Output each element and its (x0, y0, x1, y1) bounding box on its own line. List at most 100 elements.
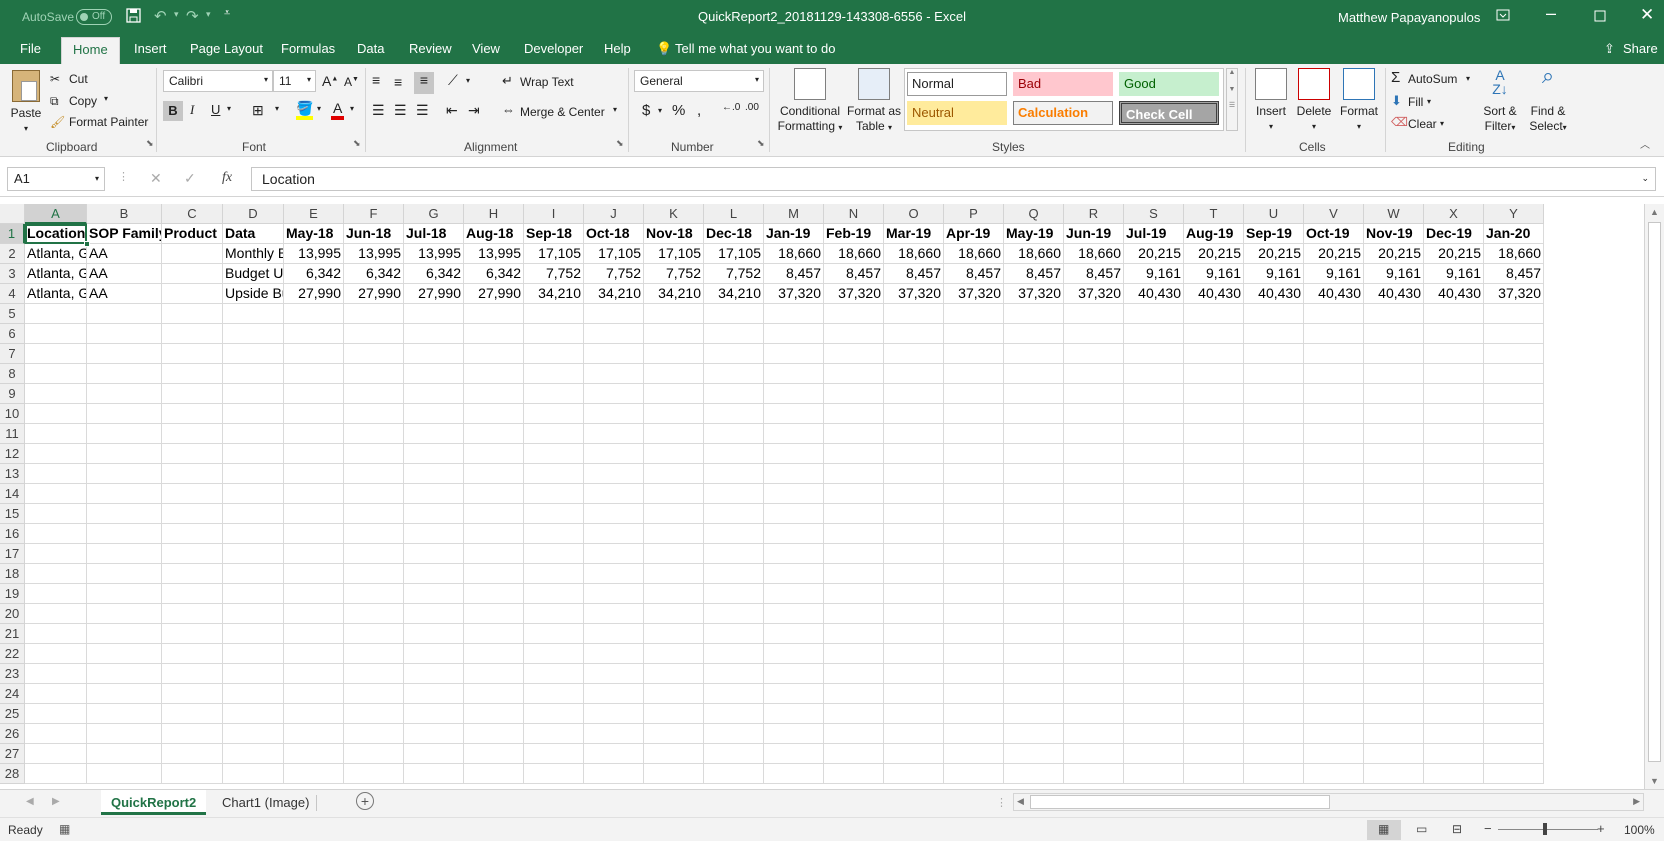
cell-d13[interactable] (223, 464, 284, 484)
cell-p5[interactable] (944, 304, 1004, 324)
borders-dropdown-icon[interactable]: ▾ (275, 104, 279, 113)
cell-f21[interactable] (344, 624, 404, 644)
cell-m9[interactable] (764, 384, 824, 404)
cell-d10[interactable] (223, 404, 284, 424)
cell-m27[interactable] (764, 744, 824, 764)
cell-c2[interactable] (162, 244, 223, 264)
cell-g18[interactable] (404, 564, 464, 584)
cell-y27[interactable] (1484, 744, 1544, 764)
cell-o5[interactable] (884, 304, 944, 324)
cell-o18[interactable] (884, 564, 944, 584)
cell-e3[interactable]: 6,342 (284, 264, 344, 284)
cell-j25[interactable] (584, 704, 644, 724)
cell-c7[interactable] (162, 344, 223, 364)
cell-n22[interactable] (824, 644, 884, 664)
cell-a12[interactable] (25, 444, 87, 464)
cell-n14[interactable] (824, 484, 884, 504)
cell-k13[interactable] (644, 464, 704, 484)
cell-s22[interactable] (1124, 644, 1184, 664)
cell-q16[interactable] (1004, 524, 1064, 544)
cell-y22[interactable] (1484, 644, 1544, 664)
cell-r2[interactable]: 18,660 (1064, 244, 1124, 264)
cell-c3[interactable] (162, 264, 223, 284)
cell-t3[interactable]: 9,161 (1184, 264, 1244, 284)
cell-q25[interactable] (1004, 704, 1064, 724)
cell-y23[interactable] (1484, 664, 1544, 684)
cell-h5[interactable] (464, 304, 524, 324)
share-button[interactable]: Share (1623, 41, 1658, 56)
column-header-k[interactable]: K (644, 204, 704, 224)
copy-dropdown-icon[interactable]: ▾ (104, 94, 108, 103)
cell-v25[interactable] (1304, 704, 1364, 724)
cell-b20[interactable] (87, 604, 162, 624)
cell-o15[interactable] (884, 504, 944, 524)
cell-y17[interactable] (1484, 544, 1544, 564)
cell-h14[interactable] (464, 484, 524, 504)
cell-k2[interactable]: 17,105 (644, 244, 704, 264)
cell-a6[interactable] (25, 324, 87, 344)
cell-h1[interactable]: Aug-18 (464, 224, 524, 244)
cell-v6[interactable] (1304, 324, 1364, 344)
cell-v18[interactable] (1304, 564, 1364, 584)
gallery-down-icon[interactable]: ▼ (1227, 86, 1237, 93)
cell-h27[interactable] (464, 744, 524, 764)
row-header-25[interactable]: 25 (0, 704, 25, 724)
cell-f12[interactable] (344, 444, 404, 464)
cell-h4[interactable]: 27,990 (464, 284, 524, 304)
cell-a24[interactable] (25, 684, 87, 704)
cell-u13[interactable] (1244, 464, 1304, 484)
cell-e16[interactable] (284, 524, 344, 544)
cell-w24[interactable] (1364, 684, 1424, 704)
cell-o14[interactable] (884, 484, 944, 504)
cell-t2[interactable]: 20,215 (1184, 244, 1244, 264)
cell-h24[interactable] (464, 684, 524, 704)
cell-o13[interactable] (884, 464, 944, 484)
cell-j15[interactable] (584, 504, 644, 524)
column-header-q[interactable]: Q (1004, 204, 1064, 224)
cell-v23[interactable] (1304, 664, 1364, 684)
cell-g14[interactable] (404, 484, 464, 504)
cell-l17[interactable] (704, 544, 764, 564)
cell-p11[interactable] (944, 424, 1004, 444)
column-header-d[interactable]: D (223, 204, 284, 224)
cell-x14[interactable] (1424, 484, 1484, 504)
cell-s15[interactable] (1124, 504, 1184, 524)
cell-t6[interactable] (1184, 324, 1244, 344)
cell-c16[interactable] (162, 524, 223, 544)
cell-e24[interactable] (284, 684, 344, 704)
cell-w21[interactable] (1364, 624, 1424, 644)
cell-i27[interactable] (524, 744, 584, 764)
zoom-slider[interactable] (1498, 829, 1598, 830)
cell-q6[interactable] (1004, 324, 1064, 344)
cell-i11[interactable] (524, 424, 584, 444)
new-sheet-icon[interactable]: + (356, 792, 374, 810)
cell-x15[interactable] (1424, 504, 1484, 524)
cell-g24[interactable] (404, 684, 464, 704)
cell-s8[interactable] (1124, 364, 1184, 384)
align-left-icon[interactable]: ☰ (372, 102, 385, 119)
cell-e26[interactable] (284, 724, 344, 744)
cell-g13[interactable] (404, 464, 464, 484)
cell-p7[interactable] (944, 344, 1004, 364)
copy-button[interactable]: Copy (69, 94, 97, 108)
tab-data[interactable]: Data (357, 41, 384, 56)
cell-r3[interactable]: 8,457 (1064, 264, 1124, 284)
style-check-cell[interactable]: Check Cell (1119, 101, 1219, 125)
cell-w28[interactable] (1364, 764, 1424, 784)
cell-w13[interactable] (1364, 464, 1424, 484)
vertical-scroll-thumb[interactable] (1648, 222, 1661, 762)
cell-e21[interactable] (284, 624, 344, 644)
collapse-ribbon-icon[interactable]: ︿ (1640, 136, 1650, 151)
cell-k4[interactable]: 34,210 (644, 284, 704, 304)
cell-s1[interactable]: Jul-19 (1124, 224, 1184, 244)
cell-e8[interactable] (284, 364, 344, 384)
cell-y18[interactable] (1484, 564, 1544, 584)
cell-w17[interactable] (1364, 544, 1424, 564)
cell-e5[interactable] (284, 304, 344, 324)
cell-o11[interactable] (884, 424, 944, 444)
cell-p22[interactable] (944, 644, 1004, 664)
row-header-19[interactable]: 19 (0, 584, 25, 604)
cell-a23[interactable] (25, 664, 87, 684)
cell-s2[interactable]: 20,215 (1124, 244, 1184, 264)
cell-d7[interactable] (223, 344, 284, 364)
